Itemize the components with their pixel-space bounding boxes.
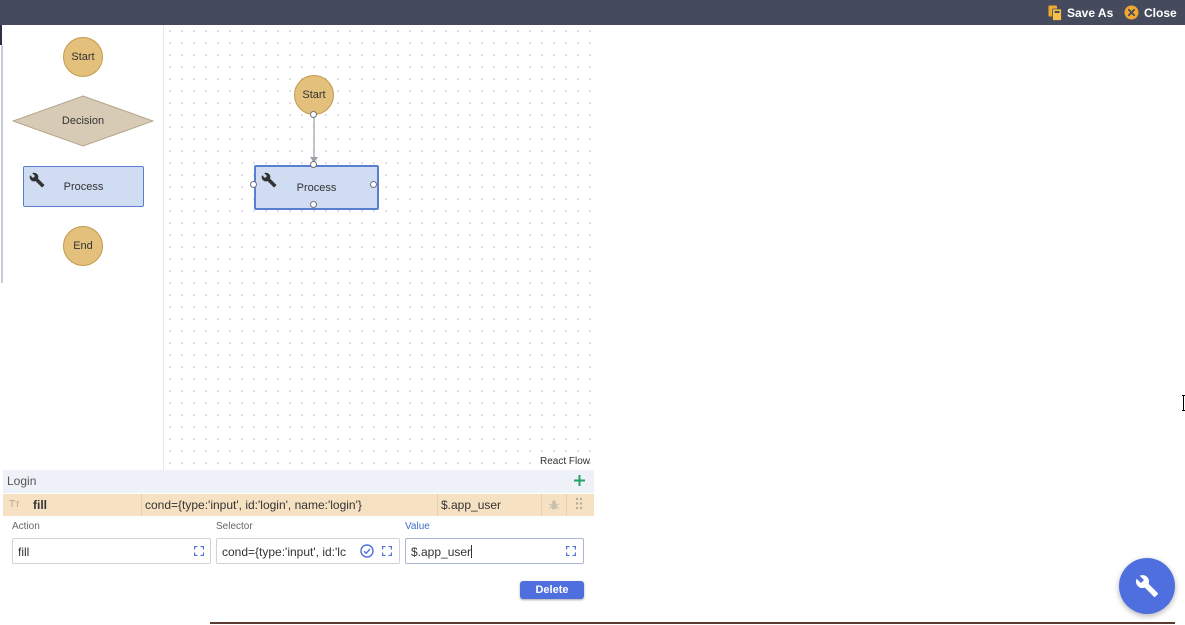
value-field-text: $.app_user bbox=[411, 545, 556, 559]
step-panel-title: Login bbox=[7, 474, 37, 488]
value-field-value: $.app_user bbox=[411, 545, 472, 559]
wrench-icon bbox=[261, 172, 277, 188]
close-label: Close bbox=[1144, 5, 1177, 20]
expand-icon[interactable] bbox=[566, 546, 576, 556]
column-separator bbox=[541, 494, 542, 516]
bottom-divider bbox=[210, 622, 1175, 624]
palette-decision-node[interactable]: Decision bbox=[12, 95, 154, 147]
column-separator bbox=[141, 494, 142, 516]
flow-edges bbox=[310, 118, 318, 163]
flow-canvas[interactable]: Start Process React Flow bbox=[164, 25, 594, 470]
palette-start-label: Start bbox=[71, 51, 95, 63]
start-source-handle[interactable] bbox=[310, 111, 317, 118]
check-circle-icon[interactable] bbox=[360, 544, 374, 558]
close-button[interactable]: Close bbox=[1124, 4, 1177, 21]
action-label: Action bbox=[12, 521, 40, 532]
drag-handle-icon[interactable] bbox=[575, 497, 583, 510]
step-row-value: $.app_user bbox=[441, 498, 502, 512]
flow-start-node[interactable]: Start bbox=[294, 75, 334, 115]
palette-process-node[interactable]: Process bbox=[23, 166, 144, 207]
step-panel: Login Tт fill cond={type:'input', id:'lo… bbox=[3, 470, 594, 610]
expand-icon[interactable] bbox=[194, 546, 204, 556]
text-format-icon: Tт bbox=[9, 499, 20, 510]
step-row-selector: cond={type:'input', id:'login', name:'lo… bbox=[145, 498, 362, 512]
selector-label: Selector bbox=[216, 521, 253, 532]
flow-start-label: Start bbox=[302, 89, 326, 101]
selector-field[interactable]: cond={type:'input', id:'lc bbox=[216, 538, 400, 564]
column-separator bbox=[566, 494, 567, 516]
save-as-icon bbox=[1048, 5, 1062, 21]
wrench-icon bbox=[1135, 575, 1158, 597]
column-separator bbox=[437, 494, 438, 516]
palette-start-node[interactable]: Start bbox=[63, 37, 103, 77]
delete-button[interactable]: Delete bbox=[520, 581, 584, 599]
step-panel-header: Login bbox=[3, 470, 594, 493]
value-field[interactable]: $.app_user bbox=[405, 538, 584, 564]
palette-process-label: Process bbox=[63, 180, 104, 193]
process-target-handle[interactable] bbox=[310, 161, 317, 168]
step-row-action: fill bbox=[33, 498, 47, 512]
process-right-handle[interactable] bbox=[370, 181, 377, 188]
step-row[interactable]: Tт fill cond={type:'input', id:'login', … bbox=[3, 494, 594, 516]
plus-icon[interactable] bbox=[573, 474, 586, 487]
action-field[interactable]: fill bbox=[12, 538, 211, 564]
action-field-value: fill bbox=[18, 545, 30, 559]
expand-icon[interactable] bbox=[382, 546, 392, 556]
react-flow-attribution[interactable]: React Flow bbox=[540, 456, 590, 467]
left-edge-accent bbox=[0, 25, 2, 45]
bug-icon[interactable] bbox=[548, 499, 560, 511]
node-palette: Start Decision Process End bbox=[3, 25, 164, 470]
palette-end-label: End bbox=[73, 240, 93, 252]
text-caret bbox=[471, 545, 473, 558]
palette-end-node[interactable]: End bbox=[63, 226, 103, 266]
process-left-handle[interactable] bbox=[250, 181, 257, 188]
selector-field-value: cond={type:'input', id:'lc bbox=[222, 545, 346, 559]
value-label: Value bbox=[405, 521, 430, 532]
save-as-button[interactable]: Save As bbox=[1048, 4, 1113, 21]
flow-process-label: Process bbox=[296, 181, 337, 194]
palette-decision-label: Decision bbox=[61, 115, 105, 127]
save-as-label: Save As bbox=[1067, 5, 1114, 20]
close-circle-icon bbox=[1124, 5, 1139, 20]
process-bottom-handle[interactable] bbox=[310, 201, 317, 208]
top-toolbar: Save As Close bbox=[0, 0, 1185, 25]
tools-fab-button[interactable] bbox=[1119, 558, 1175, 614]
wrench-icon bbox=[29, 172, 45, 188]
